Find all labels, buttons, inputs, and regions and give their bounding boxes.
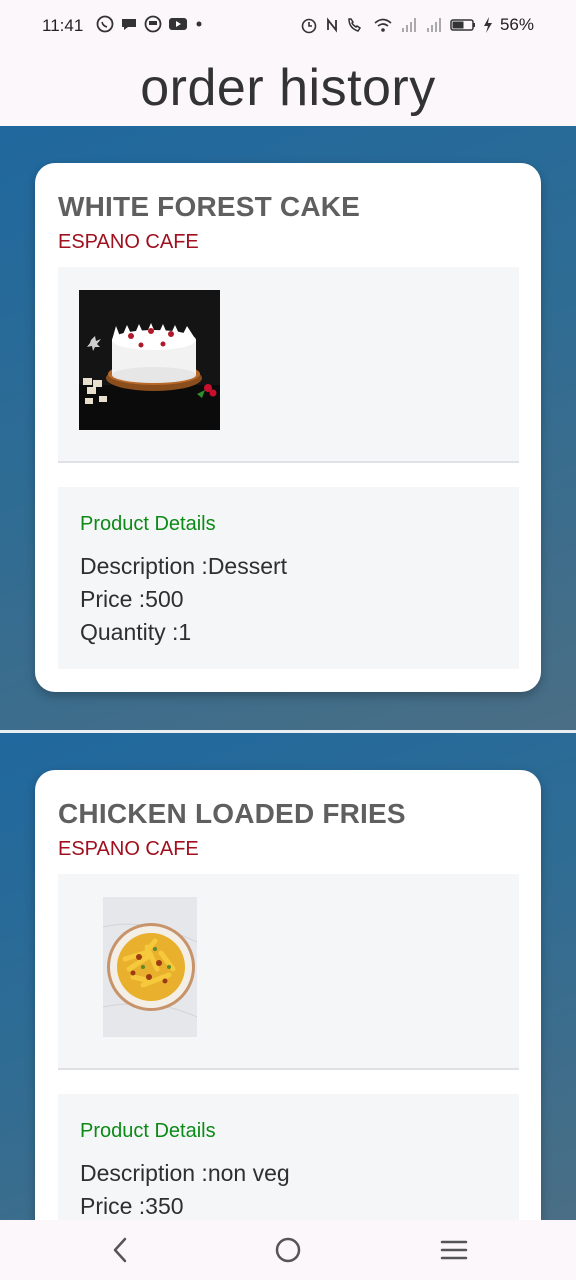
- recents-icon: [440, 1240, 468, 1260]
- system-status-icons: 56%: [300, 15, 534, 35]
- price-text: Price :500: [80, 586, 184, 612]
- order-section: CHICKEN LOADED FRIES ESPANO CAFE Product…: [0, 733, 576, 1220]
- price-text: Price :350: [80, 1193, 184, 1219]
- wifi-call-icon: [348, 18, 362, 32]
- dot-icon: [196, 21, 202, 27]
- product-details-panel: Product Details Description :non veg Pri…: [58, 1094, 519, 1220]
- product-details-panel: Product Details Description :Dessert Pri…: [58, 487, 519, 669]
- page-title: order history: [140, 59, 436, 117]
- restaurant-name: ESPANO CAFE: [58, 231, 199, 253]
- recents-button[interactable]: [434, 1234, 474, 1266]
- chicken-loaded-fries-image: [103, 897, 197, 1037]
- nfc-icon: [327, 17, 337, 33]
- system-nav-bar: [0, 1220, 576, 1280]
- product-name: WHITE FOREST CAKE: [58, 191, 361, 222]
- wifi-icon: [374, 18, 392, 32]
- back-icon: [113, 1237, 127, 1263]
- description-text: Description :Dessert: [80, 553, 288, 579]
- charging-icon: [483, 17, 492, 33]
- product-name: CHICKEN LOADED FRIES: [58, 798, 406, 829]
- home-button[interactable]: [268, 1234, 308, 1266]
- restaurant-name: ESPANO CAFE: [58, 838, 199, 860]
- whatsapp-icon: [96, 15, 114, 33]
- chat-bubble-icon: [122, 19, 136, 30]
- battery-icon: [450, 19, 475, 31]
- status-bar: 11:41 56%: [0, 0, 576, 52]
- back-button[interactable]: [101, 1234, 141, 1266]
- description-text: Description :non veg: [80, 1160, 290, 1186]
- order-list[interactable]: WHITE FOREST CAKE ESPANO CAFE Product De…: [0, 126, 576, 1220]
- order-section: WHITE FOREST CAKE ESPANO CAFE Product De…: [0, 126, 576, 730]
- order-card[interactable]: WHITE FOREST CAKE ESPANO CAFE Product De…: [35, 163, 541, 692]
- image-panel: [58, 267, 519, 463]
- notification-icons: [96, 15, 204, 33]
- image-panel: [58, 874, 519, 1070]
- home-icon: [275, 1237, 301, 1263]
- alarm-icon: [301, 18, 317, 34]
- signal-icon: [401, 18, 416, 32]
- quantity-text: Quantity :1: [80, 619, 192, 645]
- order-card[interactable]: CHICKEN LOADED FRIES ESPANO CAFE Product…: [35, 770, 541, 1220]
- product-details-title: Product Details: [80, 513, 216, 535]
- youtube-icon: [169, 18, 187, 30]
- signal-icon: [426, 18, 441, 32]
- white-forest-cake-image: [79, 290, 220, 430]
- product-details-title: Product Details: [80, 1120, 216, 1142]
- messenger-icon: [144, 15, 162, 33]
- battery-percent: 56%: [499, 15, 534, 34]
- status-time: 11:41: [42, 16, 84, 35]
